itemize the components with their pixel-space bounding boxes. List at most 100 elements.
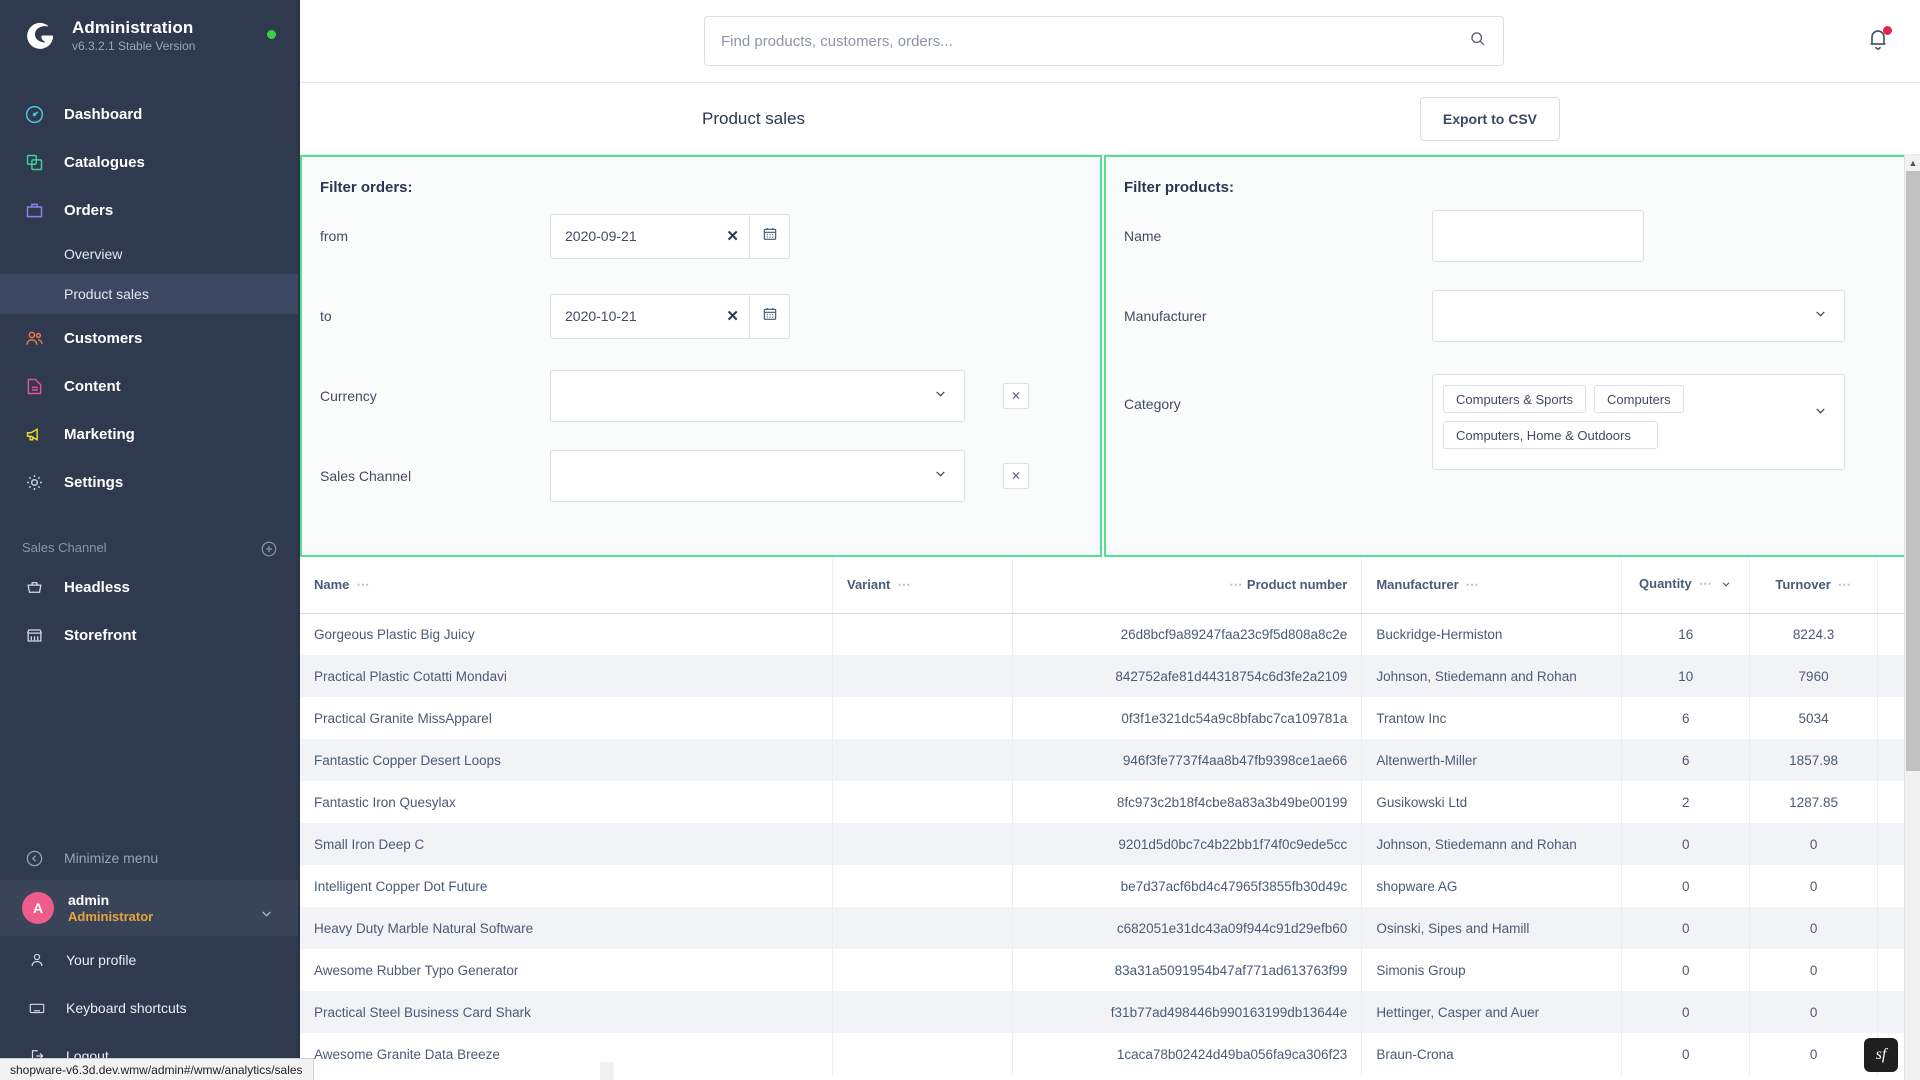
table-row[interactable]: Gorgeous Plastic Big Juicy 26d8bcf9a89247… (300, 613, 1920, 655)
chevron-down-icon (933, 466, 948, 486)
table-row[interactable]: Fantastic Iron Quesylax 8fc973c2b18f4cbe8… (300, 781, 1920, 823)
column-header-turnover[interactable]: Turnover ⋯ (1749, 557, 1879, 614)
vertical-scroll-thumb[interactable] (1906, 171, 1920, 771)
manufacturer-select[interactable] (1432, 290, 1845, 342)
symfony-profiler-badge[interactable]: sf (1864, 1038, 1898, 1072)
column-header-name[interactable]: Name ⋯ (300, 557, 833, 614)
sidebar-item-content[interactable]: Content (0, 362, 300, 410)
column-header-quantity[interactable]: Quantity ⋯ (1621, 557, 1751, 614)
cell-quantity: 0 (1621, 991, 1751, 1033)
cell-quantity: 0 (1621, 907, 1751, 949)
sidebar-item-settings[interactable]: Settings (0, 458, 300, 506)
sidebar-item-your-profile[interactable]: Your profile (0, 936, 300, 984)
sidebar-item-headless[interactable]: Headless (0, 563, 300, 611)
cell-quantity: 0 (1621, 865, 1751, 907)
horizontal-scrollbar-corner (600, 1062, 614, 1080)
sidebar-item-customers[interactable]: Customers (0, 314, 300, 362)
sidebar-edge (298, 0, 300, 1080)
column-header-label: Name (314, 576, 350, 592)
cell-quantity: 6 (1621, 739, 1751, 781)
cell-turnover: 1857.98 (1749, 739, 1879, 781)
column-header-variant[interactable]: Variant ⋯ (832, 557, 1014, 614)
sidebar-item-keyboard-shortcuts[interactable]: Keyboard shortcuts (0, 984, 300, 1032)
shopware-logo-icon (22, 18, 58, 54)
clear-x-icon[interactable]: ✕ (726, 307, 739, 325)
cell-product-number: 83a31a5091954b47af771ad613763f99 (1012, 949, 1363, 991)
column-menu-icon[interactable]: ⋯ (356, 577, 370, 592)
product-sales-table: Name ⋯ Variant ⋯ ⋯ Product number Manufact… (300, 557, 1920, 1075)
table-row[interactable]: Practical Granite MissApparel 0f3f1e321dc… (300, 697, 1920, 739)
from-calendar-button[interactable] (750, 213, 790, 259)
sort-desc-icon[interactable] (1720, 578, 1732, 593)
cell-product-number: 946f3fe7737f4aa8b47fb9398ce1ae66 (1012, 739, 1363, 781)
sales-channel-reset-button[interactable]: ✕ (1003, 463, 1029, 489)
column-menu-icon[interactable]: ⋯ (1466, 577, 1480, 592)
settings-gear-icon (22, 470, 46, 494)
column-menu-icon[interactable]: ⋯ (897, 577, 911, 592)
cell-variant (832, 823, 1014, 865)
cell-turnover: 0 (1749, 1033, 1879, 1075)
to-date-value: 2020-10-21 (565, 308, 637, 324)
sales-channel-select[interactable] (550, 450, 965, 502)
clear-x-icon[interactable]: ✕ (726, 227, 739, 245)
column-header-manufacturer[interactable]: Manufacturer ⋯ (1361, 557, 1623, 614)
sidebar-item-orders[interactable]: Orders (0, 186, 300, 234)
table-row[interactable]: Awesome Granite Data Breeze 1caca78b02424… (300, 1033, 1920, 1075)
sidebar-subitem-overview[interactable]: Overview (0, 234, 300, 274)
search-input[interactable] (721, 32, 1468, 50)
column-header-product-number[interactable]: ⋯ Product number (1012, 557, 1363, 614)
table-row[interactable]: Intelligent Copper Dot Future be7d37acf6b… (300, 865, 1920, 907)
currency-select[interactable] (550, 370, 965, 422)
to-calendar-button[interactable] (750, 293, 790, 339)
status-dot-icon (267, 30, 276, 39)
cell-manufacturer: Johnson, Stiedemann and Rohan (1361, 655, 1623, 697)
notification-bell-icon[interactable] (1866, 26, 1892, 56)
column-menu-icon[interactable]: ⋯ (1229, 577, 1243, 592)
table-row[interactable]: Heavy Duty Marble Natural Software c68205… (300, 907, 1920, 949)
product-name-input[interactable] (1432, 210, 1644, 262)
category-chip[interactable]: Computers, Home & Outdoors (1443, 421, 1658, 449)
sidebar-item-marketing[interactable]: Marketing (0, 410, 300, 458)
column-menu-icon[interactable]: ⋯ (1838, 577, 1852, 592)
product-name-label: Name (1124, 228, 1162, 244)
sidebar-item-storefront[interactable]: Storefront (0, 611, 300, 659)
sidebar-item-dashboard[interactable]: Dashboard (0, 90, 300, 138)
sidebar-sales-channel-group: Sales Channel (0, 506, 300, 563)
main-sidebar: Administration v6.3.2.1 Stable Version D… (0, 0, 314, 1080)
product-sales-table-wrap: Name ⋯ Variant ⋯ ⋯ Product number Manufact… (300, 557, 1920, 1080)
avatar: A (22, 892, 54, 924)
sidebar-item-label: Headless (64, 578, 130, 596)
sidebar-nav: Dashboard Catalogues Orders Overview Pro… (0, 90, 300, 659)
global-search[interactable] (704, 16, 1504, 66)
table-row[interactable]: Practical Plastic Cotatti Mondavi 842752a… (300, 655, 1920, 697)
column-menu-icon[interactable]: ⋯ (1699, 576, 1713, 591)
category-multiselect[interactable]: Computers & Sports Computers Computers, … (1432, 374, 1845, 470)
table-row[interactable]: Small Iron Deep C 9201d5d0bc7c4b22bb1f74f… (300, 823, 1920, 865)
user-menu[interactable]: A admin Administrator (0, 880, 300, 936)
sidebar-item-catalogues[interactable]: Catalogues (0, 138, 300, 186)
dashboard-gauge-icon (22, 102, 46, 126)
cell-name: Intelligent Copper Dot Future (300, 865, 833, 907)
cell-manufacturer: Buckridge-Hermiston (1361, 613, 1623, 655)
plus-circle-icon[interactable] (260, 540, 278, 558)
headless-basket-icon (22, 575, 46, 599)
minimize-menu-button[interactable]: Minimize menu (0, 836, 300, 880)
keyboard-icon (26, 999, 48, 1017)
currency-reset-button[interactable]: ✕ (1003, 383, 1029, 409)
export-to-csv-button[interactable]: Export to CSV (1419, 96, 1560, 141)
from-date-field[interactable]: 2020-09-21 ✕ (550, 213, 750, 259)
table-row[interactable]: Practical Steel Business Card Shark f31b7… (300, 991, 1920, 1033)
search-icon[interactable] (1468, 29, 1487, 53)
sidebar-brand[interactable]: Administration v6.3.2.1 Stable Version (0, 0, 300, 72)
to-date-field[interactable]: 2020-10-21 ✕ (550, 293, 750, 339)
chevron-down-icon (1813, 403, 1828, 423)
vertical-scrollbar[interactable]: ▲ (1904, 155, 1920, 1080)
sidebar-subitem-product-sales[interactable]: Product sales (0, 274, 300, 314)
category-chip[interactable]: Computers & Sports (1443, 385, 1587, 413)
table-row[interactable]: Awesome Rubber Typo Generator 83a31a50919… (300, 949, 1920, 991)
category-chip[interactable]: Computers (1594, 385, 1684, 413)
table-row[interactable]: Fantastic Copper Desert Loops 946f3fe7737… (300, 739, 1920, 781)
calendar-icon (762, 226, 778, 247)
scroll-up-arrow-icon[interactable]: ▲ (1905, 155, 1920, 171)
chevron-down-icon[interactable] (259, 906, 274, 926)
